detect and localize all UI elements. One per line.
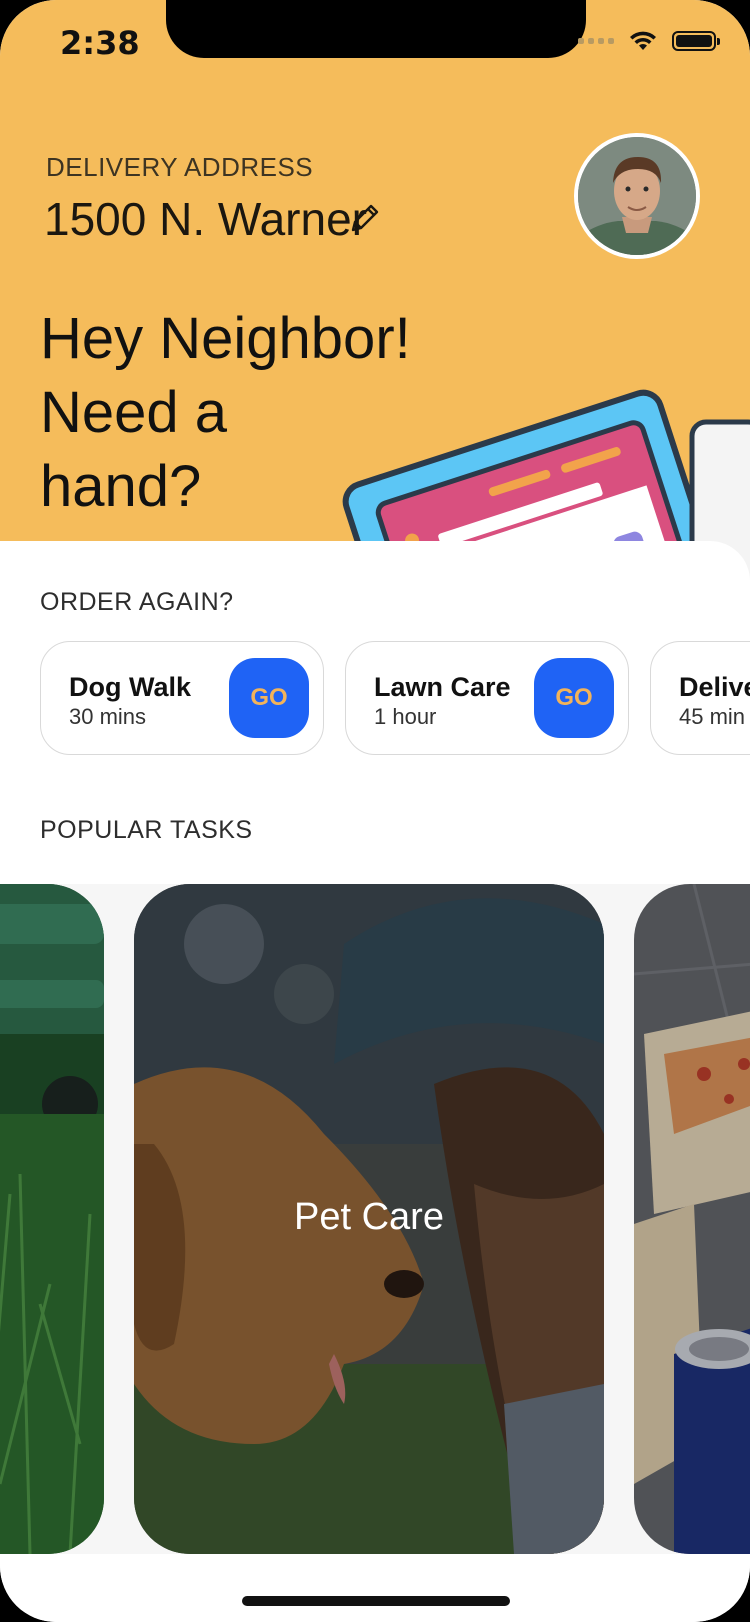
- order-card-name: Lawn Care: [374, 672, 511, 702]
- delivery-address-label: DELIVERY ADDRESS: [46, 152, 314, 182]
- app-screen: 2:38 DELIVERY ADDRESS 1500 N. Warner Hey…: [0, 0, 750, 1622]
- order-card-duration: 45 min: [679, 704, 746, 729]
- cellular-signal-icon: [578, 38, 614, 44]
- task-card-label: Pet Care: [294, 1196, 444, 1238]
- home-indicator[interactable]: [242, 1596, 510, 1606]
- status-time: 2:38: [60, 24, 140, 62]
- go-button[interactable]: GO: [534, 658, 614, 738]
- order-again-title: ORDER AGAIN?: [40, 588, 234, 616]
- task-card-lawn[interactable]: [0, 884, 104, 1554]
- delivery-address[interactable]: 1500 N. Warner: [44, 192, 381, 246]
- popular-tasks-title: POPULAR TASKS: [40, 816, 253, 844]
- device-notch: [166, 0, 586, 58]
- order-card-name: Delive: [679, 672, 750, 702]
- order-card-name: Dog Walk: [69, 672, 192, 702]
- wifi-icon: [630, 31, 656, 50]
- task-card-pet-care[interactable]: Pet Care: [134, 884, 604, 1554]
- delivery-photo: [634, 884, 750, 1554]
- order-card-duration: 1 hour: [374, 704, 437, 729]
- status-icons: [578, 30, 720, 52]
- go-button[interactable]: GO: [229, 658, 309, 738]
- task-card-delivery[interactable]: [634, 884, 750, 1554]
- lawn-photo: [0, 884, 104, 1554]
- delivery-address-value: 1500 N. Warner: [44, 193, 367, 245]
- avatar-photo: [578, 137, 696, 255]
- order-again-card[interactable]: Lawn Care 1 hour GO: [345, 641, 629, 755]
- edit-pencil-icon[interactable]: [347, 202, 381, 236]
- battery-icon: [672, 31, 720, 51]
- order-card-duration: 30 mins: [69, 704, 147, 729]
- profile-avatar[interactable]: [574, 133, 700, 259]
- order-again-card[interactable]: Dog Walk 30 mins GO: [40, 641, 324, 755]
- order-again-card[interactable]: Delive 45 min GO: [650, 641, 750, 755]
